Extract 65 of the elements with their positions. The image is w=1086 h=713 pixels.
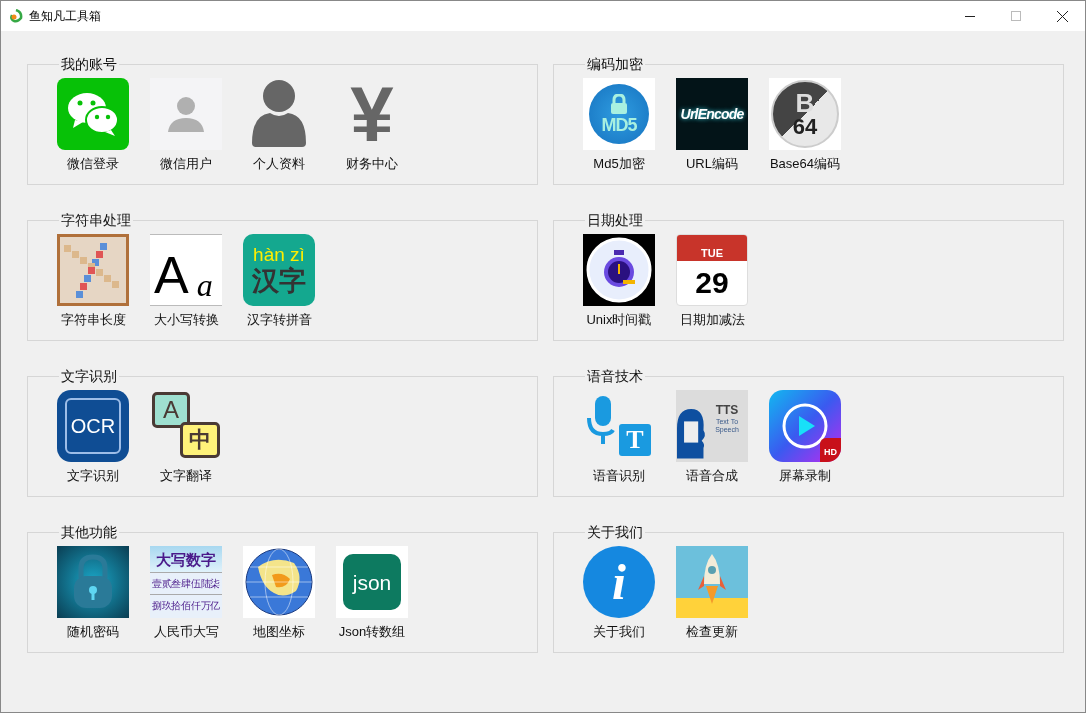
icon-caption: 壹贰叁肆伍陆柒: [152, 578, 220, 589]
group-title: 我的账号: [60, 57, 118, 71]
icon-caption: 29: [695, 268, 729, 298]
group-title: 编码加密: [586, 57, 644, 71]
icon-caption: json: [352, 571, 392, 593]
icon-caption: 汉字: [252, 268, 306, 295]
tool-button[interactable]: OCR 文字识别: [57, 390, 129, 486]
icon-caption: OCR: [70, 416, 116, 436]
tool-button[interactable]: 地图坐标: [243, 546, 315, 642]
group-title: 关于我们: [586, 525, 644, 539]
icon-caption: UrlEncode: [680, 107, 744, 121]
chat-bubbles-icon: [57, 78, 129, 150]
stopwatch-icon: [583, 234, 655, 306]
tool-button[interactable]: A 中 文字翻译: [150, 390, 222, 486]
tool-button[interactable]: 随机密码: [57, 546, 129, 642]
tool-button[interactable]: 微信登录: [57, 78, 129, 174]
tool-button[interactable]: TUE 29 日期加减法: [676, 234, 748, 330]
padlock-icon: [610, 94, 628, 114]
tool-button[interactable]: 检查更新: [676, 546, 748, 642]
group-title: 日期处理: [586, 213, 644, 227]
padlock-icon: [57, 546, 129, 618]
tool-button[interactable]: MD5 Md5加密: [583, 78, 655, 174]
user-silhouette-icon: [150, 78, 222, 150]
icon-caption: a: [196, 269, 214, 301]
tool-button[interactable]: UrlEncode URL编码: [676, 78, 748, 174]
tool-button[interactable]: 大写数字 壹贰叁肆伍陆柒 捌玖拾佰仟万亿 人民币大写: [150, 546, 222, 642]
tool-button[interactable]: json Json转数组: [336, 546, 408, 642]
tool-button[interactable]: A a 大小写转换: [150, 234, 222, 330]
rocket-icon: [676, 546, 748, 618]
window-title: 鱼知凡工具箱: [29, 8, 101, 25]
globe-icon: [243, 546, 315, 618]
tool-button[interactable]: 字符串长度: [57, 234, 129, 330]
group-title: 语音技术: [586, 369, 644, 383]
group-title: 字符串处理: [60, 213, 132, 227]
icon-caption: i: [612, 557, 626, 607]
letter-tiles-photo: [57, 234, 129, 306]
tool-button[interactable]: 微信用户: [150, 78, 222, 174]
group-title: 文字识别: [60, 369, 118, 383]
tool-button[interactable]: B 64 Base64编码: [769, 78, 841, 174]
tool-button[interactable]: Unix时间戳: [583, 234, 655, 330]
tool-button[interactable]: hàn zì 汉字 汉字转拼音: [243, 234, 315, 330]
icon-caption: A: [163, 398, 179, 422]
yen-icon: ¥: [336, 78, 408, 150]
icon-caption: 大写数字: [156, 551, 216, 567]
icon-caption: TTS: [715, 404, 739, 416]
tool-button[interactable]: i 关于我们: [583, 546, 655, 642]
icon-caption: HD: [824, 447, 837, 457]
icon-caption: B: [795, 90, 815, 116]
tool-button[interactable]: HD 屏幕录制: [769, 390, 841, 486]
icon-caption: 捌玖拾佰仟万亿: [152, 600, 220, 611]
group-title: 其他功能: [60, 525, 118, 539]
close-icon: [1056, 10, 1068, 22]
tool-button[interactable]: 个人资料: [243, 78, 315, 174]
tool-button[interactable]: ¥ 财务中心: [336, 78, 408, 174]
maximize-icon: [1011, 11, 1021, 21]
app-logo-icon: [9, 9, 23, 23]
icon-caption: 中: [189, 429, 211, 451]
icon-caption: TUE: [701, 248, 723, 259]
icon-caption: hàn zì: [253, 245, 305, 264]
play-icon: [781, 402, 829, 450]
icon-caption: MD5: [601, 116, 637, 134]
icon-caption: T: [626, 427, 644, 453]
icon-caption: A: [154, 249, 189, 301]
icon-caption: 64: [792, 116, 818, 138]
tool-button[interactable]: T 语音识别: [583, 390, 655, 486]
